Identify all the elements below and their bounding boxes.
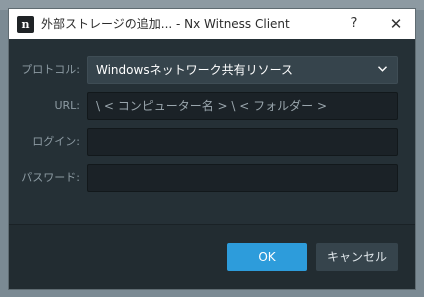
chevron-down-icon: [378, 66, 387, 72]
protocol-select[interactable]: Windowsネットワーク共有リソース: [87, 56, 398, 84]
title-bar: n 外部ストレージの追加... - Nx Witness Client ? ✕: [9, 9, 415, 39]
nx-logo-icon: n: [17, 16, 34, 33]
password-row: パスワード:: [9, 164, 415, 192]
url-label: URL:: [54, 99, 80, 112]
dialog-footer: OK キャンセル: [9, 224, 415, 289]
login-input[interactable]: [87, 128, 398, 156]
cancel-button[interactable]: キャンセル: [316, 243, 398, 271]
password-input[interactable]: [87, 164, 398, 192]
url-input[interactable]: \ < コンピューター名 > \ < フォルダー >: [87, 92, 398, 120]
login-row: ログイン:: [9, 128, 415, 156]
login-label: ログイン:: [32, 135, 80, 148]
url-row: URL: \ < コンピューター名 > \ < フォルダー >: [9, 92, 415, 120]
help-button[interactable]: ?: [343, 14, 365, 34]
protocol-row: プロトコル: Windowsネットワーク共有リソース: [9, 56, 415, 84]
close-button[interactable]: ✕: [385, 14, 407, 34]
window-title: 外部ストレージの追加... - Nx Witness Client: [41, 17, 290, 31]
add-external-storage-dialog: n 外部ストレージの追加... - Nx Witness Client ? ✕ …: [8, 8, 416, 290]
ok-button[interactable]: OK: [227, 243, 307, 271]
protocol-label: プロトコル:: [21, 63, 80, 76]
password-label: パスワード:: [21, 171, 80, 184]
protocol-selected-value: Windowsネットワーク共有リソース: [96, 63, 293, 77]
